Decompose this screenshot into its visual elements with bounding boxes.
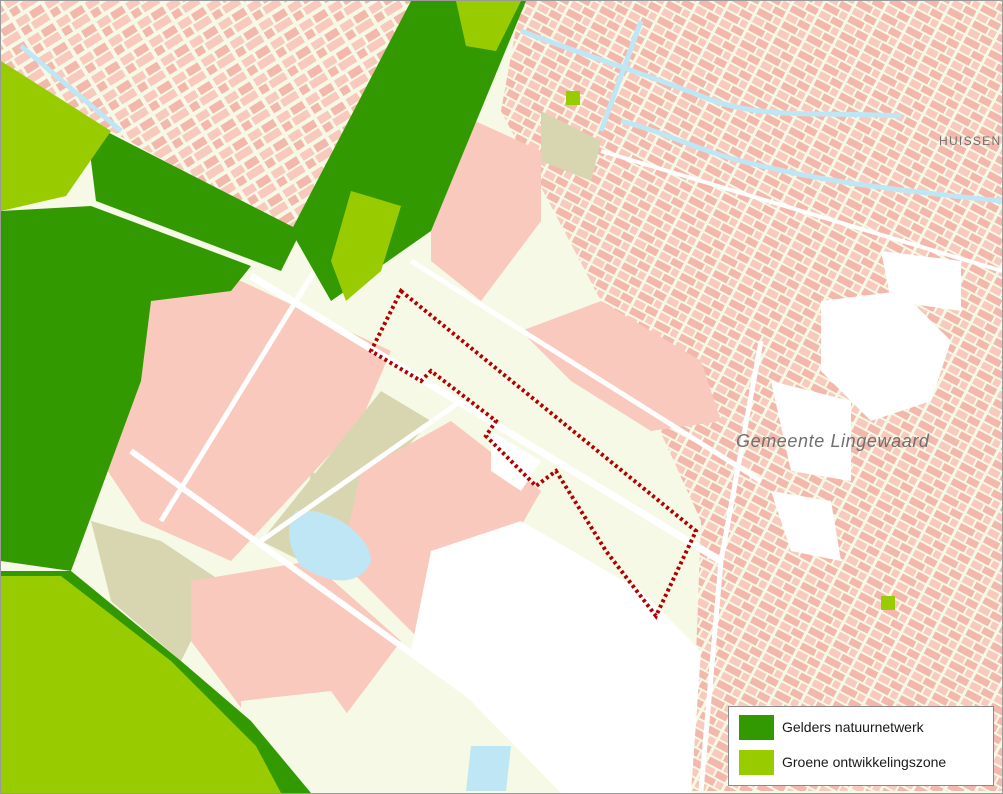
- small-water: [466, 746, 511, 791]
- legend-item-ontwikkelingszone: Groene ontwikkelingszone: [739, 747, 946, 777]
- legend-label: Gelders natuurnetwerk: [782, 719, 924, 735]
- map-frame[interactable]: HUISSEN Gemeente Lingewaard Gelders natu…: [0, 0, 1003, 794]
- legend-label: Groene ontwikkelingszone: [782, 754, 947, 770]
- legend-swatch-natuurnetwerk: [739, 714, 774, 740]
- place-label-huissen: HUISSEN: [939, 134, 1002, 148]
- place-label-municipality: Gemeente Lingewaard: [736, 431, 930, 451]
- legend-swatch-ontwikkelingszone: [739, 749, 774, 775]
- map-canvas[interactable]: [1, 1, 1002, 793]
- map-legend: Gelders natuurnetwerk Groene ontwikkelin…: [728, 706, 994, 786]
- legend-item-natuurnetwerk: Gelders natuurnetwerk: [739, 712, 924, 742]
